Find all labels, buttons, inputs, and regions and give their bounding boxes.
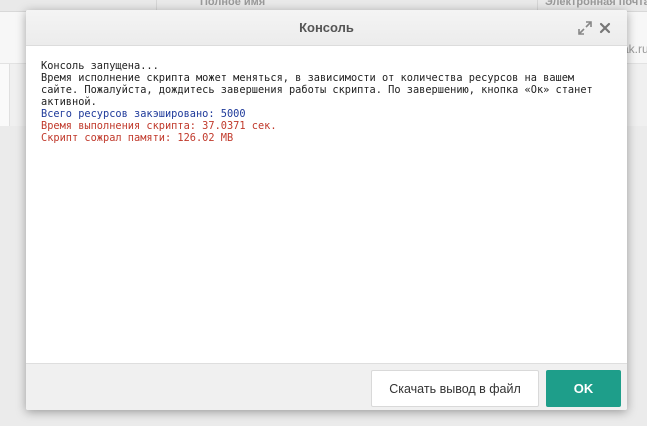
console-line-cached-count: Всего ресурсов закэшировано: 5000 xyxy=(41,108,246,120)
dialog-title: Консоль xyxy=(299,20,354,35)
download-output-button[interactable]: Скачать вывод в файл xyxy=(371,370,539,407)
console-dialog: Консоль Консоль запущена... Время исполн… xyxy=(26,10,627,410)
ok-button[interactable]: OK xyxy=(546,370,621,407)
column-header-name: Полное имя xyxy=(200,0,266,8)
console-line: Время исполнение скрипта может меняться,… xyxy=(41,72,599,108)
close-button[interactable] xyxy=(597,20,613,36)
dialog-footer: Скачать вывод в файл OK xyxy=(26,363,627,410)
console-line-exec-time: Время выполнения скрипта: 37.0371 сек. xyxy=(41,120,277,132)
column-header-email: Электронная почта xyxy=(545,0,647,8)
console-line: Консоль запущена... xyxy=(41,60,159,72)
close-icon xyxy=(599,22,611,34)
console-line-memory: Скрипт сожрал памяти: 126.02 MB xyxy=(41,132,234,144)
expand-icon xyxy=(578,21,592,35)
background-panel-edge xyxy=(0,64,10,126)
dialog-header: Консоль xyxy=(26,10,627,46)
expand-button[interactable] xyxy=(577,20,593,36)
console-output: Консоль запущена... Время исполнение скр… xyxy=(41,60,616,144)
